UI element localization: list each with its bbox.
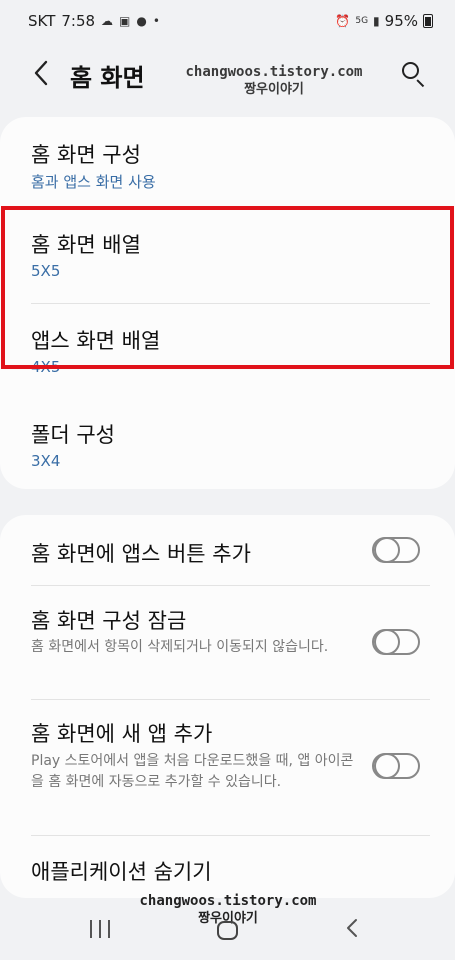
toggle-knob: [374, 537, 400, 563]
setting-value: 홈과 앱스 화면 사용: [31, 173, 156, 191]
setting-home-screen-layout[interactable]: 홈 화면 구성 홈과 앱스 화면 사용: [0, 117, 455, 207]
home-icon[interactable]: [217, 921, 238, 940]
lock-layout-toggle[interactable]: [372, 629, 420, 655]
setting-value: 5X5: [31, 262, 61, 280]
setting-apps-screen-grid[interactable]: 앱스 화면 배열 4X5: [0, 304, 455, 400]
setting-folder-grid[interactable]: 폴더 구성 3X4: [0, 400, 455, 489]
setting-hide-apps[interactable]: 애플리케이션 숨기기: [0, 836, 455, 898]
settings-card-options: 홈 화면에 앱스 버튼 추가 홈 화면 구성 잠금 홈 화면에서 항목이 삭제되…: [0, 515, 455, 898]
watermark-top: changwoos.tistory.com 짱우이야기: [176, 64, 372, 98]
setting-title: 홈 화면 구성: [31, 143, 141, 167]
toggle-knob: [374, 753, 400, 779]
navigation-bar: [0, 898, 455, 960]
battery-percent: 95%: [384, 12, 418, 30]
watermark-name: 짱우이야기: [244, 82, 304, 97]
add-new-apps-toggle[interactable]: [372, 753, 420, 779]
setting-title: 홈 화면 구성 잠금: [31, 609, 187, 633]
gallery-icon: ▣: [119, 14, 131, 28]
setting-description: 홈 화면에서 항목이 삭제되거나 이동되지 않습니다.: [31, 639, 329, 655]
message-icon: ●: [136, 14, 147, 28]
back-icon[interactable]: [345, 917, 365, 939]
watermark-url: changwoos.tistory.com: [185, 64, 363, 80]
chevron-left-icon: [34, 60, 48, 86]
setting-title: 홈 화면 배열: [31, 233, 141, 257]
carrier-label: SKT: [28, 12, 56, 30]
status-left: SKT 7:58 ☁ ▣ ● •: [28, 12, 160, 30]
toggle-knob: [374, 629, 400, 655]
setting-title: 홈 화면에 앱스 버튼 추가: [31, 542, 251, 566]
status-right: ⏰ 5G ▮ 95%: [335, 12, 433, 30]
setting-title: 앱스 화면 배열: [31, 329, 161, 353]
alarm-icon: ⏰: [335, 14, 351, 28]
status-bar: SKT 7:58 ☁ ▣ ● • ⏰ 5G ▮ 95%: [0, 0, 455, 44]
notification-dot-icon: •: [152, 14, 160, 28]
setting-description: Play 스토어에서 앱을 처음 다운로드했을 때, 앱 아이콘을 홈 화면에 …: [31, 753, 354, 790]
settings-card-layout: 홈 화면 구성 홈과 앱스 화면 사용 홈 화면 배열 5X5 앱스 화면 배열…: [0, 117, 455, 489]
setting-add-new-apps[interactable]: 홈 화면에 새 앱 추가 Play 스토어에서 앱을 처음 다운로드했을 때, …: [0, 700, 455, 835]
setting-lock-layout[interactable]: 홈 화면 구성 잠금 홈 화면에서 항목이 삭제되거나 이동되지 않습니다.: [0, 586, 455, 699]
setting-home-screen-grid[interactable]: 홈 화면 배열 5X5: [0, 207, 455, 303]
app-bar: 홈 화면 changwoos.tistory.com 짱우이야기: [0, 44, 455, 104]
nav-back-chevron-icon: [347, 919, 357, 937]
clock: 7:58: [61, 12, 96, 30]
setting-value: 4X5: [31, 358, 61, 376]
page-title: 홈 화면: [70, 64, 145, 92]
search-button[interactable]: [398, 58, 430, 90]
setting-value: 3X4: [31, 452, 61, 470]
setting-title: 홈 화면에 새 앱 추가: [31, 722, 213, 746]
setting-title: 애플리케이션 숨기기: [31, 860, 212, 884]
apps-button-toggle[interactable]: [372, 537, 420, 563]
setting-title: 폴더 구성: [31, 423, 115, 447]
network-type: 5G: [355, 16, 369, 26]
setting-apps-button[interactable]: 홈 화면에 앱스 버튼 추가: [0, 515, 455, 585]
battery-icon: [423, 14, 433, 28]
weather-icon: ☁: [101, 14, 114, 28]
recent-apps-icon[interactable]: [90, 920, 110, 942]
signal-icon: ▮: [373, 14, 380, 28]
back-button[interactable]: [26, 56, 56, 90]
